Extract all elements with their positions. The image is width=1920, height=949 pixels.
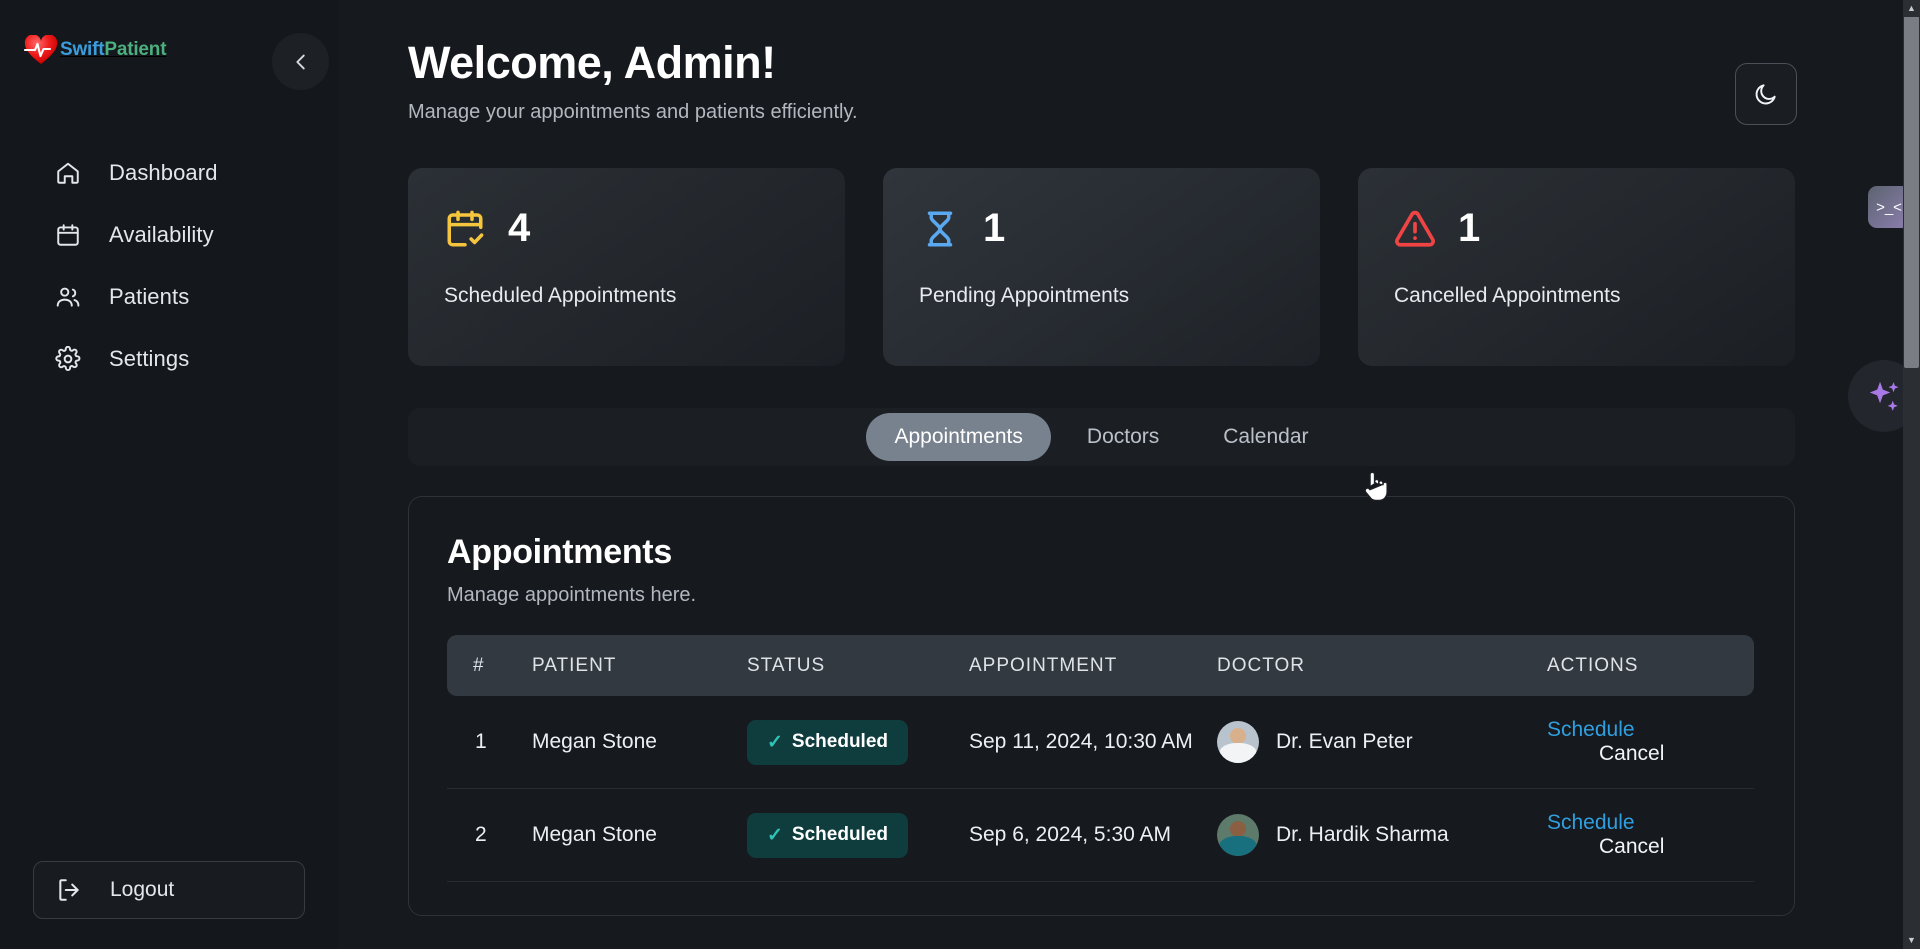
stat-top: 4 [444,206,845,251]
stat-label: Scheduled Appointments [444,284,677,307]
hourglass-icon [927,211,953,246]
page-subtitle: Manage your appointments and patients ef… [408,101,858,123]
table-header: # PATIENT STATUS APPOINTMENT DOCTOR ACTI… [447,635,1754,696]
row-actions: Schedule Cancel [1547,789,1754,882]
home-icon [57,162,79,184]
appointments-panel: Appointments Manage appointments here. #… [408,496,1795,916]
scrollbar-up-arrow[interactable]: ▲ [1903,0,1920,17]
emoticon-icon: >_< [1876,198,1902,216]
gear-icon [55,346,81,371]
stat-top: 1 [919,206,1320,251]
scrollbar-thumb[interactable] [1904,16,1919,368]
logout-button[interactable]: Logout [33,861,305,919]
stat-value: 1 [1458,206,1481,250]
moon-icon [1755,84,1776,105]
column-header-appointment: APPOINTMENT [969,655,1118,676]
logout-icon [59,879,79,901]
schedule-link[interactable]: Schedule [1547,718,1635,741]
sidebar-item-patients[interactable]: Patients [0,266,338,328]
check-icon: ✓ [767,731,783,753]
doctor-cell: Dr. Evan Peter [1217,721,1547,763]
stat-card-cancelled[interactable]: 1 Cancelled Appointments [1358,168,1795,366]
cancel-link[interactable]: Cancel [1599,742,1664,765]
sidebar-item-label: Patients [109,284,190,309]
column-header-status: STATUS [747,655,826,676]
main-content: Welcome, Admin! Manage your appointments… [338,0,1920,949]
sidebar: SwiftPatient Dashboard Availability Pati… [0,0,338,949]
stat-card-pending[interactable]: 1 Pending Appointments [883,168,1320,366]
logout-label: Logout [110,878,175,901]
sidebar-item-availability[interactable]: Availability [0,204,338,266]
row-appointment: Sep 6, 2024, 5:30 AM [969,823,1171,846]
tab-calendar[interactable]: Calendar [1195,413,1336,461]
tabs-bar: Appointments Doctors Calendar [408,408,1795,466]
table-row[interactable]: 1 Megan Stone ✓ Scheduled Sep 11, 2024, … [447,696,1754,789]
brand-name-swift: Swift [60,39,105,60]
row-status: ✓ Scheduled [747,696,969,789]
row-index: 1 [475,730,487,753]
stat-label: Cancelled Appointments [1394,284,1621,307]
row-patient: Megan Stone [532,823,657,846]
status-badge-label: Scheduled [791,824,888,845]
stat-card-scheduled[interactable]: 4 Scheduled Appointments [408,168,845,366]
sidebar-item-label: Settings [109,346,190,371]
row-doctor: Dr. Evan Peter [1217,696,1547,789]
chevron-left-icon [295,54,305,69]
page-title: Welcome, Admin! [408,37,776,88]
users-icon [56,287,80,307]
doctor-cell: Dr. Hardik Sharma [1217,814,1547,856]
check-icon: ✓ [767,824,783,846]
tab-appointments[interactable]: Appointments [866,413,1051,461]
status-badge-label: Scheduled [791,731,888,752]
doctor-name: Dr. Hardik Sharma [1276,823,1449,846]
scrollbar-down-arrow[interactable]: ▼ [1903,932,1920,949]
avatar [1217,721,1259,763]
stats-row: 4 Scheduled Appointments 1 Pending Appoi… [408,168,1920,366]
triangle-alert-icon [1395,210,1435,247]
cancel-link[interactable]: Cancel [1599,835,1664,858]
logout-section: Logout [0,861,338,949]
theme-toggle-button[interactable] [1735,63,1797,125]
avatar [1217,814,1259,856]
panel-title: Appointments [447,533,672,571]
row-actions: Schedule Cancel [1547,696,1754,789]
sidebar-item-label: Availability [109,222,214,247]
column-header-actions: ACTIONS [1547,655,1639,676]
calendar-icon [57,224,79,246]
brand-name: SwiftPatient [60,39,167,61]
sidebar-item-dashboard[interactable]: Dashboard [0,142,338,204]
doctor-name: Dr. Evan Peter [1276,730,1413,753]
sidebar-nav: Dashboard Availability Patients Settings [0,142,338,390]
column-header-index: # [473,655,485,676]
heart-pulse-icon [24,35,58,64]
row-patient: Megan Stone [532,730,657,753]
sidebar-collapse-button[interactable] [272,33,329,90]
row-doctor: Dr. Hardik Sharma [1217,789,1547,882]
appointments-table: # PATIENT STATUS APPOINTMENT DOCTOR ACTI… [447,635,1754,882]
sparkles-icon [1869,381,1899,411]
row-index: 2 [475,823,487,846]
calendar-check-icon [447,210,484,246]
sidebar-item-settings[interactable]: Settings [0,328,338,390]
tab-doctors[interactable]: Doctors [1059,413,1187,461]
sidebar-item-label: Dashboard [109,160,218,185]
stat-value: 1 [983,206,1006,250]
table-body: 1 Megan Stone ✓ Scheduled Sep 11, 2024, … [447,696,1754,882]
status-badge: ✓ Scheduled [747,719,908,765]
row-appointment: Sep 11, 2024, 10:30 AM [969,730,1193,753]
stat-top: 1 [1394,206,1795,251]
column-header-patient: PATIENT [532,655,617,676]
panel-subtitle: Manage appointments here. [447,584,697,606]
column-header-doctor: DOCTOR [1217,655,1305,676]
schedule-link[interactable]: Schedule [1547,811,1635,834]
table-row[interactable]: 2 Megan Stone ✓ Scheduled Sep 6, 2024, 5… [447,789,1754,882]
status-badge: ✓ Scheduled [747,812,908,858]
row-status: ✓ Scheduled [747,789,969,882]
brand-name-patient: Patient [104,39,167,60]
stat-label: Pending Appointments [919,284,1130,307]
stat-value: 4 [508,206,531,250]
